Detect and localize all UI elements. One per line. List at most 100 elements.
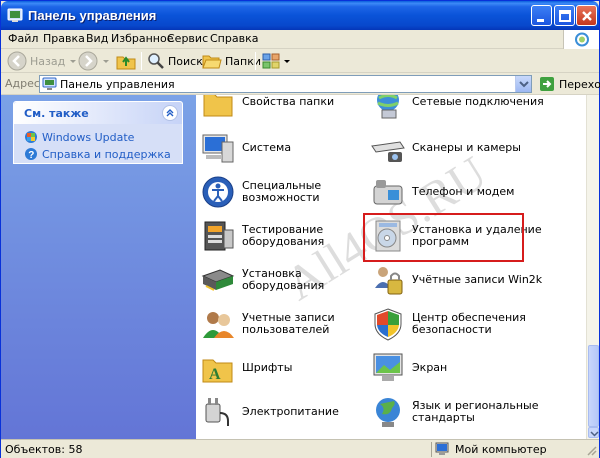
item-label: Учётные записи Win2k bbox=[412, 273, 543, 286]
item-add-hardware[interactable]: Установка оборудования bbox=[200, 259, 380, 301]
address-value: Панель управления bbox=[60, 78, 175, 91]
address-label: Адрес: bbox=[5, 77, 44, 90]
back-label: Назад bbox=[30, 54, 66, 68]
status-divider bbox=[431, 442, 432, 457]
user-accounts-icon bbox=[200, 306, 236, 342]
item-label: Установка оборудования bbox=[242, 267, 325, 292]
menu-bar: Файл Правка Вид Избранное Сервис Справка bbox=[1, 30, 599, 49]
see-also-title: См. также bbox=[24, 107, 89, 120]
status-location-label: Мой компьютер bbox=[455, 442, 547, 456]
scanners-cameras-icon bbox=[370, 130, 406, 166]
item-label: Электропитание bbox=[242, 405, 339, 418]
item-user-accounts[interactable]: Учетные записи пользователей bbox=[200, 303, 380, 345]
scrollbar-thumb[interactable] bbox=[588, 345, 599, 427]
toolbar-separator bbox=[255, 52, 256, 70]
my-computer-icon bbox=[435, 442, 449, 455]
back-arrow-icon bbox=[7, 51, 27, 71]
selection-highlight-frame bbox=[363, 213, 524, 262]
resize-grip-icon[interactable] bbox=[586, 445, 597, 456]
hardware-test-icon bbox=[200, 218, 236, 254]
control-panel-icon bbox=[42, 77, 58, 94]
chevron-down-icon bbox=[103, 60, 109, 63]
svg-text:?: ? bbox=[28, 150, 34, 161]
scroll-down-arrow[interactable] bbox=[588, 427, 599, 438]
item-security-center[interactable]: Центр обеспечения безопасности bbox=[370, 303, 550, 345]
menu-file[interactable]: Файл bbox=[8, 32, 38, 45]
help-support-label: Справка и поддержка bbox=[42, 147, 171, 161]
status-location: Мой компьютер bbox=[435, 442, 547, 456]
item-label: Сканеры и камеры bbox=[412, 141, 521, 154]
help-support-link[interactable]: ? Справка и поддержка bbox=[24, 147, 171, 161]
menu-help[interactable]: Справка bbox=[210, 32, 258, 45]
add-hardware-icon bbox=[200, 262, 236, 298]
search-button[interactable]: Поиск bbox=[147, 50, 203, 72]
menu-favorites[interactable]: Избранное bbox=[111, 32, 173, 45]
windows-update-icon bbox=[25, 131, 37, 143]
regional-options-icon bbox=[370, 394, 406, 430]
power-options-icon bbox=[200, 394, 236, 430]
svg-text:A: A bbox=[209, 366, 221, 383]
fonts-icon: A bbox=[200, 350, 236, 386]
views-icon bbox=[262, 53, 280, 69]
vertical-scrollbar[interactable] bbox=[586, 95, 599, 439]
phone-modem-icon bbox=[370, 174, 406, 210]
close-button[interactable] bbox=[576, 5, 597, 26]
address-input[interactable]: Панель управления bbox=[39, 75, 532, 93]
item-label: Сетевые подключения bbox=[412, 95, 544, 108]
maximize-button[interactable] bbox=[554, 5, 575, 26]
forward-button[interactable] bbox=[78, 50, 111, 72]
item-fonts[interactable]: A Шрифты bbox=[200, 347, 380, 389]
item-power-options[interactable]: Электропитание bbox=[200, 391, 380, 433]
address-dropdown-button[interactable] bbox=[515, 76, 531, 92]
menu-tools[interactable]: Сервис bbox=[167, 32, 208, 45]
item-phone-modem[interactable]: Телефон и модем bbox=[370, 171, 550, 213]
security-center-icon bbox=[370, 306, 406, 342]
item-accessibility[interactable]: Специальные возможности bbox=[200, 171, 380, 213]
item-regional-options[interactable]: Язык и региональные стандарты bbox=[370, 391, 550, 433]
views-button[interactable] bbox=[261, 50, 291, 72]
display-icon bbox=[370, 350, 406, 386]
collapse-chevron-icon[interactable] bbox=[162, 105, 178, 121]
item-label: Свойства папки bbox=[242, 95, 335, 108]
up-folder-icon bbox=[116, 56, 136, 70]
network-connections-icon bbox=[370, 95, 406, 120]
item-network-connections[interactable]: Сетевые подключения bbox=[370, 95, 550, 123]
windows-update-link[interactable]: Windows Update bbox=[24, 130, 134, 144]
folders-button[interactable]: Папки bbox=[202, 50, 261, 72]
item-label: Язык и региональные стандарты bbox=[412, 399, 539, 424]
item-win2k-accounts[interactable]: Учётные записи Win2k bbox=[370, 259, 550, 301]
item-folder-options[interactable]: Свойства папки bbox=[200, 95, 380, 123]
status-bar: Объектов: 58 Мой компьютер bbox=[1, 439, 599, 458]
explorer-window: Панель управления Файл Правка Вид Избран… bbox=[0, 0, 600, 458]
item-label: Шрифты bbox=[242, 361, 293, 374]
go-button[interactable]: Переход bbox=[539, 76, 600, 92]
folder-options-icon bbox=[200, 95, 236, 120]
item-label: Система bbox=[242, 141, 292, 154]
search-icon bbox=[148, 53, 164, 69]
control-panel-items: All4OS.RU Свойства папки Сетевые подключ… bbox=[196, 95, 586, 439]
help-icon: ? bbox=[25, 148, 37, 161]
see-also-panel: См. также Windows Update ? Справка и под… bbox=[13, 101, 183, 164]
see-also-header[interactable]: См. также bbox=[14, 102, 182, 124]
win2k-accounts-icon bbox=[370, 262, 406, 298]
up-folder-button[interactable] bbox=[115, 50, 137, 72]
toolbar: Назад Поиск Папки bbox=[1, 49, 599, 73]
item-scanners-cameras[interactable]: Сканеры и камеры bbox=[370, 127, 550, 169]
windows-logo-icon bbox=[563, 30, 599, 49]
windows-update-label: Windows Update bbox=[42, 130, 135, 144]
item-system[interactable]: Система bbox=[200, 127, 380, 169]
go-arrow-icon bbox=[540, 77, 554, 91]
menu-view[interactable]: Вид bbox=[86, 32, 108, 45]
item-hardware-test[interactable]: Тестирование оборудования bbox=[200, 215, 380, 257]
item-display[interactable]: Экран bbox=[370, 347, 550, 389]
minimize-button[interactable] bbox=[531, 5, 552, 26]
title-bar[interactable]: Панель управления bbox=[1, 1, 599, 30]
toolbar-separator bbox=[141, 52, 142, 70]
system-icon bbox=[200, 130, 236, 166]
object-count: Объектов: 58 bbox=[5, 443, 83, 456]
item-label: Экран bbox=[412, 361, 448, 374]
item-label: Учетные записи пользователей bbox=[242, 311, 335, 336]
menu-edit[interactable]: Правка bbox=[43, 32, 85, 45]
back-button[interactable]: Назад bbox=[7, 50, 78, 72]
chevron-down-icon bbox=[70, 60, 77, 63]
